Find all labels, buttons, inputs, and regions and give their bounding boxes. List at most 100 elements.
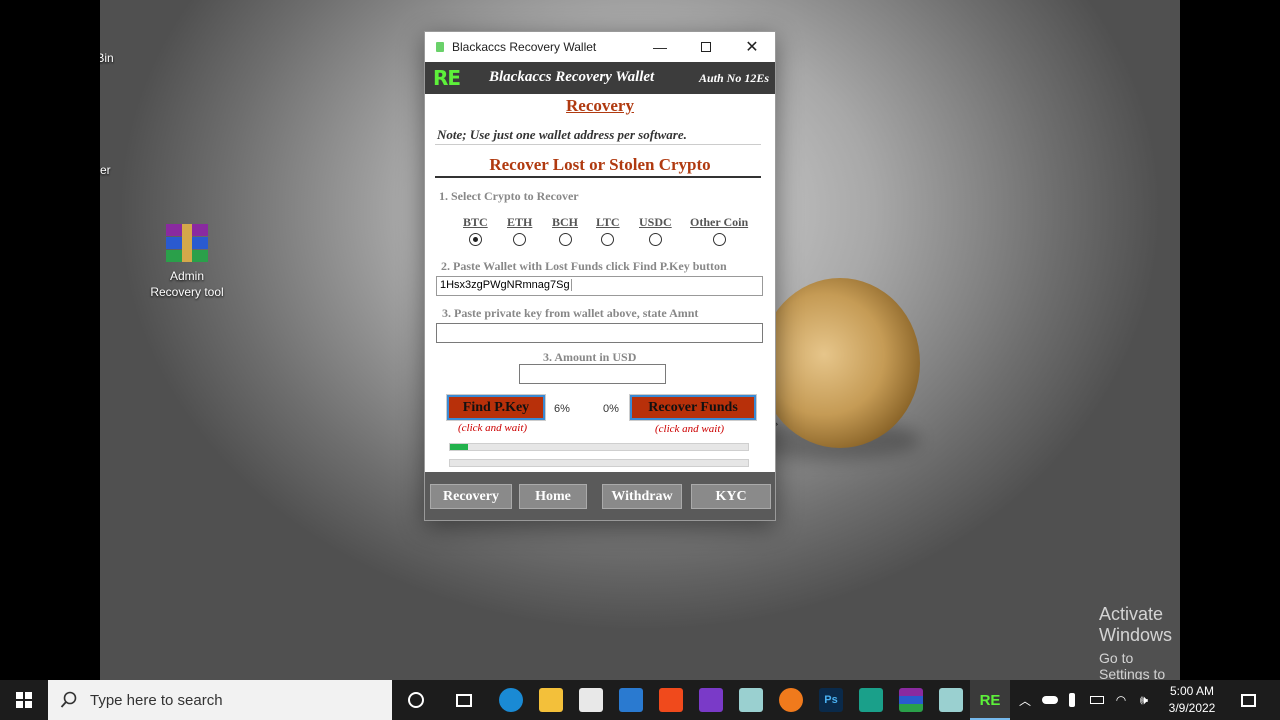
find-progress-fill [450, 444, 468, 450]
desktop-icon-admin-recovery[interactable]: Admin Recovery tool [142, 222, 232, 300]
recycle-bin-label: Recycle Bin [100, 51, 114, 65]
coin-option-ltc[interactable]: LTC [596, 215, 620, 246]
btc-radio[interactable] [468, 233, 482, 246]
recovery-wallet-taskbar-button[interactable]: RE [970, 680, 1010, 720]
tray-overflow-icon[interactable]: ︿ [1016, 680, 1034, 720]
search-icon [60, 691, 77, 708]
amount-label: 3. Amount in USD [543, 350, 637, 364]
admin-label-line2: Recovery tool [150, 285, 224, 299]
file-explorer-icon[interactable] [539, 688, 563, 712]
coin-wallpaper [760, 278, 920, 448]
private-key-input[interactable] [436, 323, 763, 343]
clock-date: 3/9/2022 [1168, 701, 1216, 715]
maximize-icon [701, 42, 711, 52]
system-clock[interactable]: 5:00 AM 3/9/2022 [1160, 683, 1224, 717]
cortana-icon [408, 692, 424, 708]
winrar-icon [164, 222, 210, 264]
header-title: Blackaccs Recovery Wallet [489, 69, 655, 85]
window-titlebar[interactable]: Blackaccs Recovery Wallet — ✕ [425, 32, 775, 62]
winrar-taskbar-icon[interactable] [899, 688, 923, 712]
mail-icon[interactable] [619, 688, 643, 712]
step3-label: 3. Paste private key from wallet above, … [442, 306, 699, 320]
bch-radio[interactable] [558, 233, 572, 246]
wifi-icon[interactable]: ◠ [1112, 680, 1130, 720]
task-view-icon [456, 693, 472, 707]
re-taskbar-icon: RE [979, 691, 1001, 709]
nav-recovery-button[interactable]: Recovery [430, 484, 512, 509]
wallet-address-input[interactable]: 1Hsx3zgPWgNRmnag7Sg [436, 276, 763, 296]
other-coin-radio[interactable] [712, 233, 726, 246]
minimize-icon: — [653, 39, 667, 55]
amount-input[interactable] [519, 364, 666, 384]
brave-icon[interactable] [659, 688, 683, 712]
notepad-taskbar-icon[interactable] [939, 688, 963, 712]
recovery-wallet-window: Blackaccs Recovery Wallet — ✕ RE Blackac… [424, 31, 776, 521]
activate-windows-watermark: Activate Windows Go to Settings to activ… [1099, 604, 1180, 680]
coin-option-other[interactable]: Other Coin [690, 215, 748, 246]
usb-shape [1069, 693, 1075, 707]
firefox-icon[interactable] [779, 688, 803, 712]
notification-button[interactable] [1234, 680, 1262, 720]
app-icon [436, 42, 444, 52]
visual-studio-icon[interactable] [699, 688, 723, 712]
desktop-icon-recycle-bin[interactable]: Recycle Bin [100, 6, 127, 66]
usdc-label: USDC [639, 215, 672, 229]
heading-underline [435, 176, 761, 178]
recover-progress-bar [449, 459, 749, 467]
admin-label-line1: Admin [169, 269, 204, 283]
store-icon[interactable] [579, 688, 603, 712]
wallet-address-value: 1Hsx3zgPWgNRmnag7Sg [440, 279, 572, 291]
find-progress-bar [449, 443, 749, 451]
minimize-button[interactable]: — [637, 32, 683, 62]
letterbox-right [1180, 0, 1280, 680]
search-placeholder: Type here to search [90, 691, 223, 709]
recover-funds-button[interactable]: Recover Funds [629, 394, 757, 421]
letterbox-left [0, 0, 100, 680]
nav-withdraw-button[interactable]: Withdraw [602, 484, 682, 509]
taskbar: Type here to search Ps RE ︿ ◠ 🕪 5:00 AM … [0, 680, 1280, 720]
photoshop-icon[interactable]: Ps [819, 688, 843, 712]
activate-subtitle: Go to Settings to activate Windows. [1099, 650, 1166, 680]
usdc-radio[interactable] [648, 233, 662, 246]
eth-label: ETH [507, 215, 533, 229]
app-header: RE Blackaccs Recovery Wallet Auth No 12E… [425, 62, 775, 94]
find-pkey-button[interactable]: Find P.Key [446, 394, 546, 421]
bottom-nav: Recovery Home Withdraw KYC [425, 472, 775, 520]
coin-option-bch[interactable]: BCH [552, 215, 578, 246]
activate-title: Activate Windows [1099, 604, 1173, 645]
eth-radio[interactable] [513, 233, 527, 246]
task-view-button[interactable] [444, 680, 484, 720]
taskbar-search-box[interactable]: Type here to search [48, 680, 392, 720]
coin-option-usdc[interactable]: USDC [639, 215, 672, 246]
start-button[interactable] [0, 680, 48, 720]
section-title: Recovery [566, 96, 634, 115]
battery-icon[interactable] [1088, 680, 1106, 720]
ltc-radio[interactable] [601, 233, 615, 246]
volume-icon[interactable]: 🕪 [1134, 680, 1154, 720]
find-percent: 6% [554, 403, 570, 415]
auth-number: Auth No 12Es [698, 71, 769, 85]
re-logo: RE [433, 66, 461, 90]
cortana-button[interactable] [396, 680, 436, 720]
other-coin-label: Other Coin [690, 215, 749, 229]
desktop-icon-new-folder[interactable]: New folder [100, 118, 127, 178]
recover-percent: 0% [603, 403, 619, 415]
coin-option-btc[interactable]: BTC [463, 215, 488, 246]
cloud-shape [1042, 696, 1058, 704]
nav-kyc-button[interactable]: KYC [691, 484, 771, 509]
onedrive-icon[interactable] [1040, 680, 1060, 720]
filmora-icon[interactable] [859, 688, 883, 712]
usb-icon[interactable] [1064, 680, 1080, 720]
coin-option-eth[interactable]: ETH [507, 215, 532, 246]
recover-hint: (click and wait) [655, 423, 725, 435]
window-title: Blackaccs Recovery Wallet [452, 40, 597, 54]
close-button[interactable]: ✕ [729, 32, 775, 62]
notepad-app-icon[interactable] [739, 688, 763, 712]
maximize-button[interactable] [683, 32, 729, 62]
clock-time: 5:00 AM [1169, 684, 1215, 698]
ltc-label: LTC [596, 215, 620, 229]
step1-label: 1. Select Crypto to Recover [439, 189, 579, 203]
edge-icon[interactable] [499, 688, 523, 712]
nav-home-button[interactable]: Home [519, 484, 587, 509]
btc-label: BTC [463, 215, 488, 229]
